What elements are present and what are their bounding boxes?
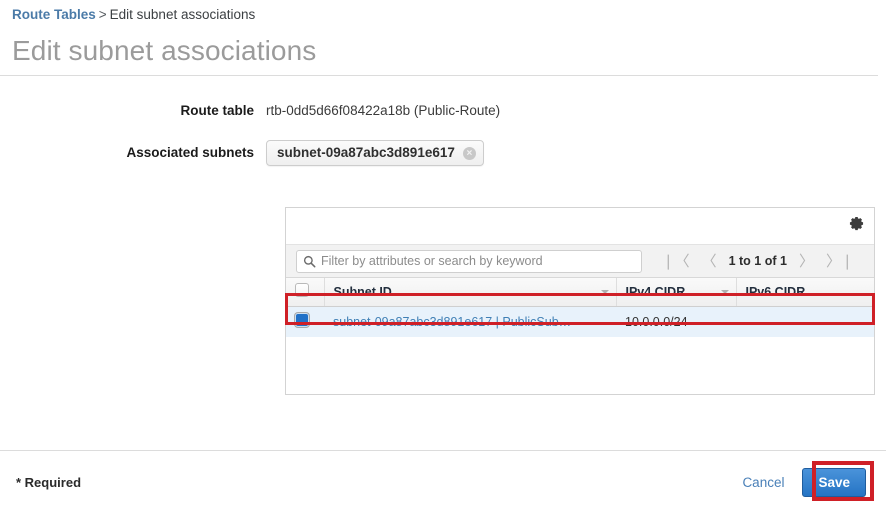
required-note: * Required — [16, 475, 82, 490]
row-checkbox[interactable] — [295, 313, 309, 327]
column-header-ipv6-cidr-label: IPv6 CIDR — [745, 284, 806, 299]
column-header-select-all[interactable] — [286, 278, 324, 307]
search-box[interactable] — [296, 249, 642, 273]
select-all-checkbox[interactable] — [295, 283, 309, 298]
row-subnet-id-cell: subnet-09a87abc3d891e617 | PublicSub… — [324, 306, 616, 337]
chevron-down-icon[interactable] — [720, 289, 729, 294]
breadcrumb-current: Edit subnet associations — [109, 7, 256, 22]
save-button[interactable]: Save — [802, 467, 866, 498]
column-header-ipv4-cidr[interactable]: IPv4 CIDR — [615, 278, 736, 307]
route-table-label: Route table — [180, 103, 254, 119]
search-input[interactable] — [321, 254, 635, 268]
breadcrumb-link-route-tables[interactable]: Route Tables — [12, 7, 96, 22]
chevron-down-icon[interactable] — [600, 289, 609, 294]
close-icon[interactable]: × — [462, 146, 476, 160]
row-select-cell[interactable] — [286, 306, 324, 337]
pager-prev-button[interactable]: 〈 — [696, 254, 723, 269]
row-ipv4-cidr-cell: 10.0.0.0/24 — [625, 314, 688, 329]
form-row-associated-subnets: Associated subnets subnet-09a87abc3d891e… — [0, 140, 886, 170]
panel-toolbar — [286, 208, 874, 244]
page-header: Edit subnet associations — [0, 22, 878, 77]
page-title: Edit subnet associations — [12, 35, 317, 66]
route-table-value: rtb-0dd5d66f08422a18b (Public-Route) — [266, 103, 501, 119]
row-ipv6-cidr-cell: - — [745, 314, 750, 329]
associated-subnets-tokens: subnet-09a87abc3d891e617 × — [266, 140, 484, 170]
pager-last-button[interactable]: 〉❘ — [820, 254, 860, 269]
column-header-ipv6-cidr[interactable]: IPv6 CIDR — [735, 278, 874, 307]
pager-next-button[interactable]: 〉 — [793, 254, 820, 269]
subnet-token-chip[interactable]: subnet-09a87abc3d891e617 × — [266, 140, 484, 167]
column-header-subnet-id[interactable]: Subnet ID — [323, 278, 616, 307]
pager-count-label: 1 to 1 of 1 — [728, 254, 787, 268]
subnet-table: Subnet ID IPv4 CIDR IPv6 CIDR subnet-09a… — [286, 278, 874, 337]
search-icon — [303, 255, 316, 268]
associated-subnets-label: Associated subnets — [126, 145, 254, 161]
column-header-subnet-id-label: Subnet ID — [333, 284, 392, 299]
footer-actions: Cancel Save — [742, 467, 866, 498]
table-header-row: Subnet ID IPv4 CIDR IPv6 CIDR — [286, 278, 874, 307]
footer: * Required Cancel Save — [0, 451, 886, 514]
table-row[interactable]: subnet-09a87abc3d891e617 | PublicSub… 10… — [286, 306, 874, 337]
form-area: Route table rtb-0dd5d66f08422a18b (Publi… — [0, 76, 886, 170]
breadcrumb-separator: > — [98, 7, 107, 22]
filter-bar: ❘〈 〈 1 to 1 of 1 〉 〉❘ — [286, 244, 874, 278]
cancel-button[interactable]: Cancel — [742, 475, 784, 490]
breadcrumb: Route Tables > Edit subnet associations — [0, 0, 886, 22]
column-header-ipv4-cidr-label: IPv4 CIDR — [625, 284, 686, 299]
gear-icon[interactable] — [849, 216, 864, 231]
subnet-table-panel: ❘〈 〈 1 to 1 of 1 〉 〉❘ Subnet ID IPv4 CID… — [285, 207, 875, 395]
form-row-route-table: Route table rtb-0dd5d66f08422a18b (Publi… — [0, 102, 886, 120]
subnet-token-label: subnet-09a87abc3d891e617 — [277, 145, 455, 161]
pager-first-button[interactable]: ❘〈 — [656, 254, 696, 269]
pagination: ❘〈 〈 1 to 1 of 1 〉 〉❘ — [656, 254, 860, 269]
subnet-id-link[interactable]: subnet-09a87abc3d891e617 | PublicSub… — [333, 315, 571, 329]
